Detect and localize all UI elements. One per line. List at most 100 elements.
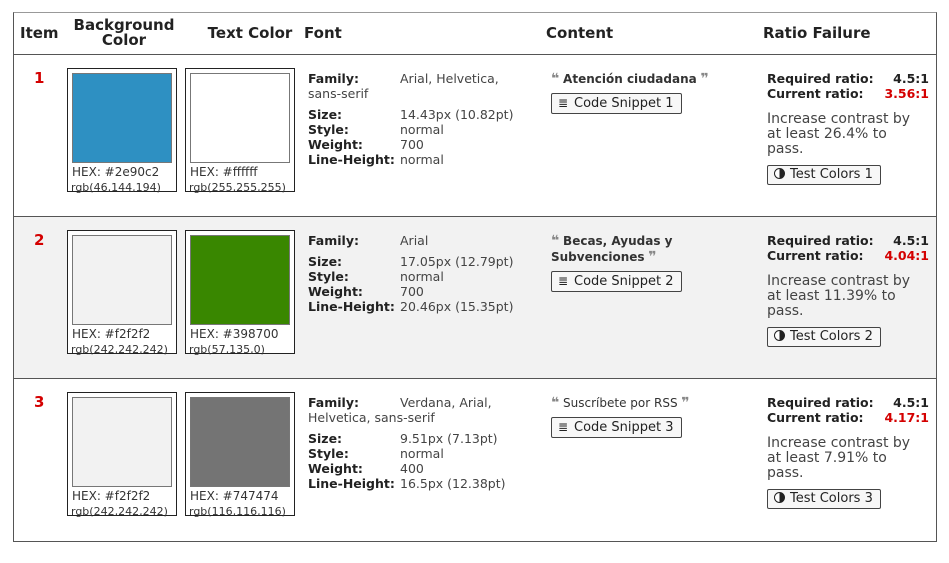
background-hex: HEX: #f2f2f2 [72, 489, 151, 503]
content-quote: ❝ Atención ciudadana ❞ [551, 71, 756, 87]
line-height-label: Line-Height: [308, 152, 395, 167]
font-size-value: 17.05px (12.79pt) [400, 254, 514, 269]
text-swatch [190, 235, 290, 325]
item-number: 2 [34, 231, 45, 249]
text-rgb: rgb(255,255,255) [189, 181, 286, 194]
font-weight-label: Weight: [308, 284, 363, 299]
code-snippet-label: Code Snippet 2 [574, 274, 674, 289]
test-colors-button[interactable]: Test Colors 2 [767, 327, 881, 347]
code-snippet-button[interactable]: ≣ Code Snippet 3 [551, 417, 682, 438]
font-family-label: Family: [308, 233, 359, 248]
font-info: Family: Arial, Helvetica, sans-serif Siz… [308, 71, 538, 167]
contrast-icon [774, 492, 785, 503]
table-row-3: 3 HEX: #f2f2f2 rgb(242,242,242) HEX: #74… [14, 379, 936, 541]
current-ratio-label: Current ratio: [767, 410, 864, 425]
font-family-value: Arial [400, 233, 429, 248]
current-ratio: Current ratio: 3.56:1 [767, 86, 929, 101]
text-color-sample: HEX: #ffffff rgb(255,255,255) [185, 68, 295, 194]
current-ratio-value: 3.56:1 [884, 86, 929, 101]
font-size-label: Size: [308, 431, 343, 446]
font-weight-value: 400 [400, 461, 424, 476]
current-ratio: Current ratio: 4.17:1 [767, 410, 929, 425]
font-family-value: Arial, Helvetica, [400, 71, 499, 86]
current-ratio-label: Current ratio: [767, 248, 864, 263]
table-row-1: 1 HEX: #2e90c2 rgb(46,144,194) HEX: #fff… [14, 55, 936, 217]
header-background-color: Background Color [73, 16, 175, 49]
background-swatch [72, 397, 172, 487]
contrast-icon [774, 330, 785, 341]
quote-close-icon: ❞ [681, 395, 690, 411]
code-snippet-label: Code Snippet 3 [574, 420, 674, 435]
code-snippet-label: Code Snippet 1 [574, 96, 674, 111]
contrast-advice: Increase contrast by at least 7.91% to p… [767, 435, 911, 481]
test-colors-label: Test Colors 2 [790, 329, 873, 344]
font-style-label: Style: [308, 446, 349, 461]
header-font: Font [304, 24, 342, 42]
current-ratio-value: 4.17:1 [884, 410, 929, 425]
item-number: 3 [34, 393, 45, 411]
quote-close-icon: ❞ [648, 249, 657, 265]
current-ratio-label: Current ratio: [767, 86, 864, 101]
text-rgb: rgb(57,135,0) [189, 343, 265, 356]
content-quote: ❝ Suscríbete por RSS ❞ [551, 395, 756, 411]
table-header: Item Background Color Text Color Font Co… [14, 13, 936, 55]
code-snippet-button[interactable]: ≣ Code Snippet 1 [551, 93, 682, 114]
current-ratio: Current ratio: 4.04:1 [767, 248, 929, 263]
ratio-cell: Required ratio: 4.5:1 Current ratio: 4.0… [767, 233, 929, 347]
font-style-label: Style: [308, 122, 349, 137]
line-height-value: 16.5px (12.38pt) [400, 476, 506, 491]
background-rgb: rgb(242,242,242) [71, 343, 168, 356]
quote-close-icon: ❞ [700, 71, 709, 87]
font-weight-value: 700 [400, 137, 424, 152]
quote-open-icon: ❝ [551, 395, 560, 411]
line-height-value: normal [400, 152, 444, 167]
content-cell: ❝ Becas, Ayudas y Subvenciones ❞ ≣ Code S… [551, 233, 756, 292]
item-number: 1 [34, 69, 45, 87]
contrast-results-table: Item Background Color Text Color Font Co… [13, 12, 937, 542]
font-family-block: Family: Arial [308, 233, 538, 248]
text-swatch [190, 397, 290, 487]
font-family-block: Family: Verdana, Arial, Helvetica, sans-… [308, 395, 538, 425]
required-ratio-label: Required ratio: [767, 233, 874, 248]
font-style-value: normal [400, 269, 444, 284]
test-colors-label: Test Colors 3 [790, 491, 873, 506]
font-family-value-cont: Helvetica, sans-serif [308, 410, 435, 425]
content-text: Atención ciudadana [563, 72, 697, 86]
font-weight-label: Weight: [308, 137, 363, 152]
required-ratio-value: 4.5:1 [893, 71, 929, 86]
font-size-label: Size: [308, 254, 343, 269]
background-hex: HEX: #f2f2f2 [72, 327, 151, 341]
font-style-value: normal [400, 446, 444, 461]
test-colors-button[interactable]: Test Colors 3 [767, 489, 881, 509]
background-rgb: rgb(46,144,194) [71, 181, 161, 194]
text-color-sample: HEX: #747474 rgb(116,116,116) [185, 392, 295, 518]
list-icon: ≣ [558, 96, 569, 110]
list-icon: ≣ [558, 420, 569, 434]
font-weight-label: Weight: [308, 461, 363, 476]
font-family-label: Family: [308, 71, 359, 86]
font-family-value: Verdana, Arial, [400, 395, 492, 410]
line-height-label: Line-Height: [308, 299, 395, 314]
font-size-label: Size: [308, 107, 343, 122]
test-colors-button[interactable]: Test Colors 1 [767, 165, 881, 185]
header-content: Content [546, 24, 614, 42]
text-rgb: rgb(116,116,116) [189, 505, 286, 518]
background-hex: HEX: #2e90c2 [72, 165, 160, 179]
list-icon: ≣ [558, 274, 569, 288]
background-color-sample: HEX: #f2f2f2 rgb(242,242,242) [67, 230, 177, 356]
required-ratio-value: 4.5:1 [893, 233, 929, 248]
required-ratio-value: 4.5:1 [893, 395, 929, 410]
font-info: Family: Verdana, Arial, Helvetica, sans-… [308, 395, 538, 491]
required-ratio: Required ratio: 4.5:1 [767, 395, 929, 410]
text-hex: HEX: #ffffff [190, 165, 258, 179]
text-hex: HEX: #398700 [190, 327, 279, 341]
font-family-value-cont: sans-serif [308, 86, 369, 101]
text-color-sample: HEX: #398700 rgb(57,135,0) [185, 230, 295, 356]
contrast-icon [774, 168, 785, 179]
required-ratio: Required ratio: 4.5:1 [767, 233, 929, 248]
code-snippet-button[interactable]: ≣ Code Snippet 2 [551, 271, 682, 292]
background-color-sample: HEX: #2e90c2 rgb(46,144,194) [67, 68, 177, 194]
background-color-sample: HEX: #f2f2f2 rgb(242,242,242) [67, 392, 177, 518]
header-item: Item [20, 24, 59, 42]
content-quote: ❝ Becas, Ayudas y Subvenciones ❞ [551, 233, 756, 265]
